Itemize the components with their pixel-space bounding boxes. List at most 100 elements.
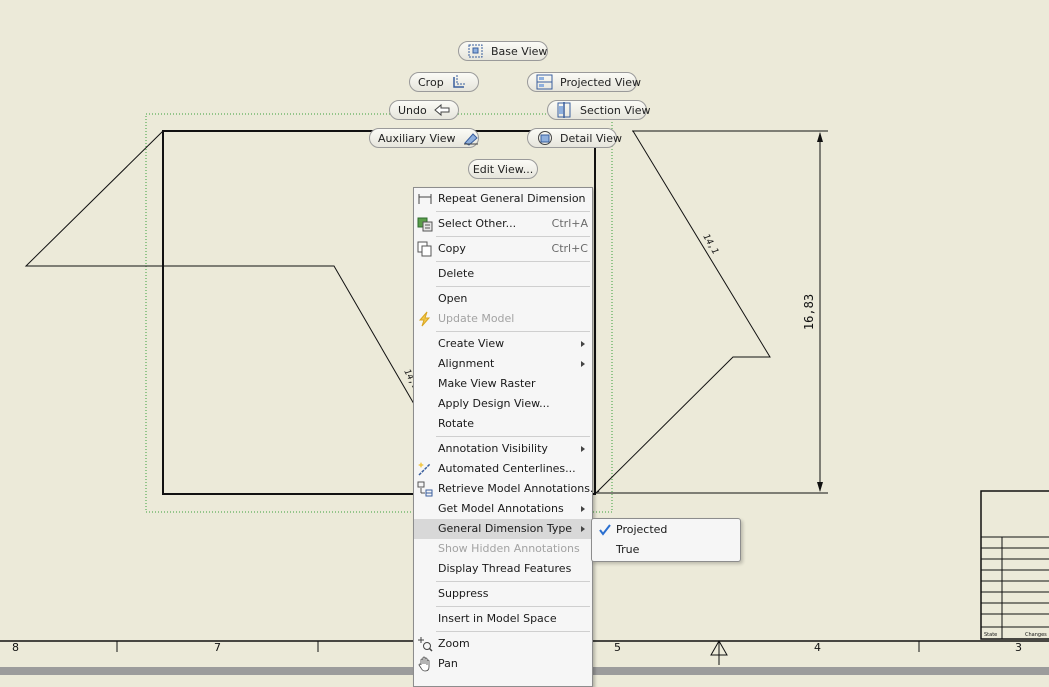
menu-item-label: Create View [438,337,505,350]
menu-separator [436,331,590,332]
menu-item-pan[interactable]: Pan [414,654,592,674]
projected-view-icon [536,74,554,90]
centerlines-icon [417,461,433,477]
title-block-changes-label: Changes [1025,632,1047,638]
menu-item-repeat-general-dimension[interactable]: Repeat General Dimension [414,189,592,209]
menu-item-delete[interactable]: Delete [414,264,592,284]
left-view-geometry[interactable] [24,130,415,405]
retrieve-annotations-icon [417,481,433,497]
border-number-3: 3 [1015,641,1022,654]
menu-item-label: Delete [438,267,475,280]
menu-item-shortcut: Ctrl+C [551,242,588,255]
menu-item-label: Copy [438,242,466,255]
menu-item-shortcut: Ctrl+A [551,217,588,230]
border-number-5: 5 [614,641,621,654]
menu-item-label: Get Model Annotations [438,502,564,515]
base-view-label: Base View [491,44,548,58]
zoom-icon [417,636,433,652]
general-dimension-type-submenu: Projected True [591,518,741,562]
border-number-7: 7 [214,641,221,654]
menu-item-make-view-raster[interactable]: Make View Raster [414,374,592,394]
lightning-icon [417,311,433,327]
menu-item-rotate[interactable]: Rotate [414,414,592,434]
menu-separator [436,211,590,212]
menu-item-display-thread-features[interactable]: Display Thread Features [414,559,592,579]
menu-item-insert-in-model-space[interactable]: Insert in Model Space [414,609,592,629]
submenu-item-label: Projected [616,523,668,536]
checkmark-icon [598,523,612,537]
submenu-arrow-icon [581,506,585,512]
menu-item-label: Rotate [438,417,475,430]
dimension-value-angled-top[interactable]: 14,1 [700,233,720,257]
edit-view-button[interactable]: Edit View... [468,159,538,179]
base-view-icon [467,43,485,59]
menu-item-label: Alignment [438,357,495,370]
menu-item-label: Show Hidden Annotations [438,542,580,555]
menu-item-label: Make View Raster [438,377,536,390]
auxiliary-view-label: Auxiliary View [378,131,456,145]
detail-view-button[interactable]: Detail View [527,128,622,148]
projected-view-label: Projected View [560,75,641,89]
menu-item-label: Suppress [438,587,489,600]
projected-view-button[interactable]: Projected View [527,72,641,92]
menu-item-general-dimension-type[interactable]: General Dimension Type [414,519,592,539]
menu-item-apply-design-view[interactable]: Apply Design View... [414,394,592,414]
menu-item-label: General Dimension Type [438,522,573,535]
right-view-geometry[interactable] [594,130,771,495]
auxiliary-view-icon [462,130,480,146]
menu-item-open[interactable]: Open [414,289,592,309]
submenu-item-label: True [616,543,640,556]
select-other-icon [417,216,433,232]
menu-item-zoom[interactable]: Zoom [414,634,592,654]
section-view-label: Section View [580,103,651,117]
undo-arrow-icon [433,102,451,118]
menu-item-select-other[interactable]: Select Other... Ctrl+A [414,214,592,234]
section-view-button[interactable]: Section View [547,100,651,120]
menu-item-label: Pan [438,657,458,670]
submenu-arrow-icon [581,341,585,347]
menu-item-retrieve-model-annotations[interactable]: Retrieve Model Annotations... [414,479,600,499]
menu-item-automated-centerlines[interactable]: Automated Centerlines... [414,459,592,479]
menu-separator [436,606,590,607]
menu-item-label: Display Thread Features [438,562,572,575]
undo-label: Undo [398,103,427,117]
menu-item-label: Insert in Model Space [438,612,557,625]
menu-item-label: Apply Design View... [438,397,550,410]
menu-item-copy[interactable]: Copy Ctrl+C [414,239,592,259]
dimension-value-vertical[interactable]: 16,83 [802,294,816,330]
crop-label: Crop [418,75,444,89]
dimension-arrow-bottom [817,482,823,492]
submenu-arrow-icon [581,361,585,367]
pan-hand-icon [417,656,433,672]
menu-separator [436,631,590,632]
menu-item-label: Retrieve Model Annotations... [438,482,601,495]
title-block-state-label: State [984,632,997,638]
submenu-arrow-icon [581,526,585,532]
detail-view-icon [536,130,554,146]
menu-item-update-model: Update Model [414,309,592,329]
edit-view-label: Edit View... [472,162,534,176]
menu-item-create-view[interactable]: Create View [414,334,592,354]
crop-button[interactable]: Crop [409,72,479,92]
menu-item-label: Annotation Visibility [438,442,548,455]
detail-view-label: Detail View [560,131,623,145]
menu-item-label: Zoom [438,637,470,650]
submenu-item-projected[interactable]: Projected [592,520,740,540]
menu-item-label: Select Other... [438,217,517,230]
menu-item-label: Open [438,292,468,305]
menu-item-suppress[interactable]: Suppress [414,584,592,604]
menu-item-get-model-annotations[interactable]: Get Model Annotations [414,499,592,519]
submenu-item-true[interactable]: True [592,540,740,560]
dimension-arrow-top [817,132,823,142]
menu-separator [436,436,590,437]
revision-block[interactable] [980,490,1049,640]
auxiliary-view-button[interactable]: Auxiliary View [369,128,479,148]
menu-item-label: Automated Centerlines... [438,462,576,475]
menu-item-label: Repeat General Dimension [438,192,586,205]
menu-separator [436,261,590,262]
base-view-button[interactable]: Base View [458,41,548,61]
menu-item-annotation-visibility[interactable]: Annotation Visibility [414,439,592,459]
undo-button[interactable]: Undo [389,100,459,120]
menu-item-alignment[interactable]: Alignment [414,354,592,374]
copy-icon [417,241,433,257]
